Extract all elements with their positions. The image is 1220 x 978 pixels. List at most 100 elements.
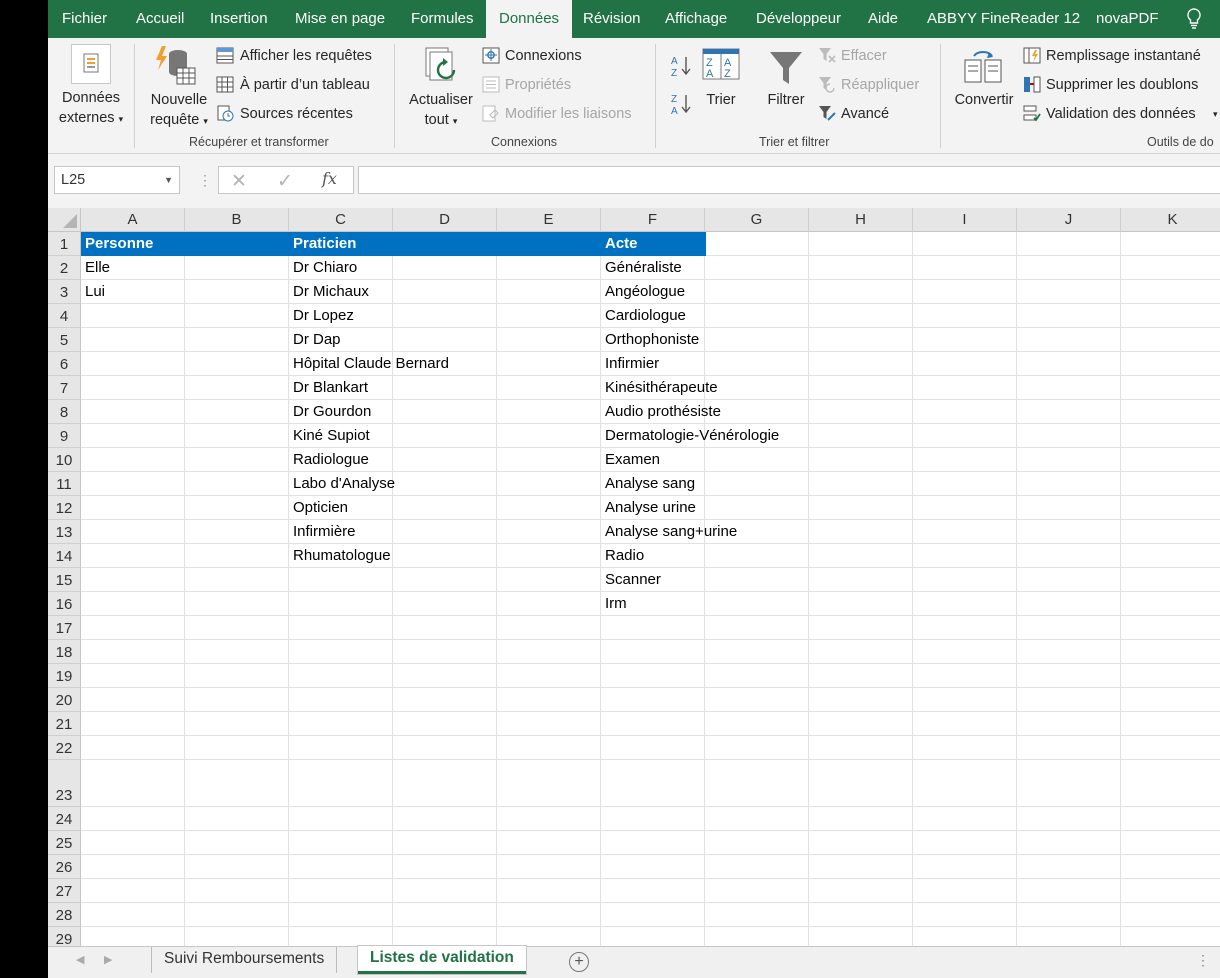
modifier-liaisons-button[interactable]: Modifier les liaisons bbox=[505, 106, 632, 123]
row-header-12[interactable]: 12 bbox=[48, 496, 81, 520]
cell[interactable]: Analyse urine bbox=[601, 496, 696, 520]
row-header-24[interactable]: 24 bbox=[48, 807, 81, 831]
row-header-17[interactable]: 17 bbox=[48, 616, 81, 640]
tab-revision[interactable]: Révision bbox=[583, 0, 641, 38]
cell[interactable]: Labo d'Analyse bbox=[289, 472, 395, 496]
tab-mise-en-page[interactable]: Mise en page bbox=[295, 0, 385, 38]
cell[interactable]: Dr Lopez bbox=[289, 304, 354, 328]
remplissage-instantane-button[interactable]: Remplissage instantané bbox=[1046, 48, 1201, 65]
row-header-19[interactable]: 19 bbox=[48, 664, 81, 688]
cell[interactable]: Elle bbox=[81, 256, 110, 280]
row-header-7[interactable]: 7 bbox=[48, 376, 81, 400]
row-header-18[interactable]: 18 bbox=[48, 640, 81, 664]
cell[interactable]: Dermatologie-Vénérologie bbox=[601, 424, 779, 448]
select-all-button[interactable] bbox=[48, 208, 81, 232]
lightbulb-icon[interactable] bbox=[1186, 8, 1202, 30]
row-header-28[interactable]: 28 bbox=[48, 903, 81, 927]
column-header-C[interactable]: C bbox=[289, 208, 393, 232]
row-header-23[interactable]: 23 bbox=[48, 760, 81, 807]
cell[interactable]: Personne bbox=[81, 232, 153, 256]
cell[interactable]: Analyse sang bbox=[601, 472, 695, 496]
row-header-3[interactable]: 3 bbox=[48, 280, 81, 304]
cell[interactable]: Hôpital Claude Bernard bbox=[289, 352, 449, 376]
scroll-left-icon[interactable]: ◀ bbox=[76, 953, 84, 966]
tab-donnees[interactable]: Données bbox=[486, 0, 573, 38]
column-header-J[interactable]: J bbox=[1017, 208, 1121, 232]
tab-insertion[interactable]: Insertion bbox=[210, 0, 268, 38]
sort-z-a-icon[interactable]: ZA bbox=[670, 92, 694, 116]
nouvelle-requete-button[interactable]: Nouvelle requête ▾ bbox=[144, 90, 214, 131]
cell[interactable]: Scanner bbox=[601, 568, 661, 592]
tab-aide[interactable]: Aide bbox=[868, 0, 898, 38]
supprimer-doublons-button[interactable]: Supprimer les doublons bbox=[1046, 77, 1198, 94]
row-header-22[interactable]: 22 bbox=[48, 736, 81, 760]
proprietes-button[interactable]: Propriétés bbox=[505, 77, 571, 94]
scroll-right-icon[interactable]: ▶ bbox=[104, 953, 112, 966]
column-header-H[interactable]: H bbox=[809, 208, 913, 232]
tab-formules[interactable]: Formules bbox=[411, 0, 474, 38]
tab-accueil[interactable]: Accueil bbox=[136, 0, 184, 38]
cell[interactable]: Radiologue bbox=[289, 448, 369, 472]
trier-button[interactable]: Trier bbox=[700, 90, 742, 110]
formula-input[interactable] bbox=[358, 166, 1220, 194]
row-header-2[interactable]: 2 bbox=[48, 256, 81, 280]
tab-developpeur[interactable]: Développeur bbox=[756, 0, 841, 38]
confirm-icon[interactable]: ✓ bbox=[277, 170, 293, 193]
cell[interactable]: Infirmier bbox=[601, 352, 659, 376]
cell[interactable]: Lui bbox=[81, 280, 105, 304]
row-header-29[interactable]: 29 bbox=[48, 927, 81, 946]
row-header-14[interactable]: 14 bbox=[48, 544, 81, 568]
row-header-26[interactable]: 26 bbox=[48, 855, 81, 879]
actualiser-tout-button[interactable]: Actualiser tout ▾ bbox=[404, 90, 478, 131]
avance-button[interactable]: Avancé bbox=[841, 106, 889, 123]
cell[interactable]: Dr Dap bbox=[289, 328, 341, 352]
cell[interactable]: Dr Chiaro bbox=[289, 256, 357, 280]
convertir-button[interactable]: Convertir bbox=[950, 90, 1018, 110]
column-header-K[interactable]: K bbox=[1121, 208, 1220, 232]
effacer-button[interactable]: Effacer bbox=[841, 48, 887, 65]
row-header-16[interactable]: 16 bbox=[48, 592, 81, 616]
sheet-tab-suivi[interactable]: Suivi Remboursements bbox=[151, 947, 338, 973]
dropdown-arrow-icon[interactable]: ▾ bbox=[1213, 106, 1218, 123]
column-header-G[interactable]: G bbox=[705, 208, 809, 232]
row-header-11[interactable]: 11 bbox=[48, 472, 81, 496]
validation-donnees-button[interactable]: Validation des données bbox=[1046, 106, 1196, 123]
cell[interactable]: Kinésithérapeute bbox=[601, 376, 718, 400]
cell[interactable]: Dr Michaux bbox=[289, 280, 369, 304]
reappliquer-button[interactable]: Réappliquer bbox=[841, 77, 919, 94]
cell[interactable]: Irm bbox=[601, 592, 627, 616]
spreadsheet-grid[interactable]: ABCDEFGHIJK 1 2 3 4 5 6 7 8 9 10 11 12 13 14 15 16 17 18 1… bbox=[48, 208, 1220, 946]
cell[interactable]: Audio prothésiste bbox=[601, 400, 721, 424]
cancel-icon[interactable]: ✕ bbox=[231, 170, 247, 193]
row-header-8[interactable]: 8 bbox=[48, 400, 81, 424]
row-header-4[interactable]: 4 bbox=[48, 304, 81, 328]
row-header-13[interactable]: 13 bbox=[48, 520, 81, 544]
sources-recentes-button[interactable]: Sources récentes bbox=[240, 106, 353, 123]
row-header-20[interactable]: 20 bbox=[48, 688, 81, 712]
cell[interactable]: Rhumatologue bbox=[289, 544, 391, 568]
row-header-9[interactable]: 9 bbox=[48, 424, 81, 448]
cell[interactable]: Infirmière bbox=[289, 520, 356, 544]
cell[interactable]: Kiné Supiot bbox=[289, 424, 370, 448]
cell[interactable]: Examen bbox=[601, 448, 660, 472]
tab-affichage[interactable]: Affichage bbox=[665, 0, 727, 38]
column-header-E[interactable]: E bbox=[497, 208, 601, 232]
row-header-10[interactable]: 10 bbox=[48, 448, 81, 472]
tab-novapdf[interactable]: novaPDF bbox=[1096, 0, 1159, 38]
sort-a-z-icon[interactable]: AZ bbox=[670, 54, 694, 78]
more-icon[interactable]: ⋮ bbox=[1196, 952, 1210, 969]
row-header-27[interactable]: 27 bbox=[48, 879, 81, 903]
tab-fichier[interactable]: Fichier bbox=[62, 0, 107, 38]
cell[interactable]: Cardiologue bbox=[601, 304, 686, 328]
column-header-B[interactable]: B bbox=[185, 208, 289, 232]
connexions-button[interactable]: Connexions bbox=[505, 48, 582, 65]
filtrer-button[interactable]: Filtrer bbox=[762, 90, 810, 110]
row-header-5[interactable]: 5 bbox=[48, 328, 81, 352]
cell[interactable]: Acte bbox=[601, 232, 638, 256]
insert-function-button[interactable]: fx bbox=[322, 169, 337, 188]
row-header-25[interactable]: 25 bbox=[48, 831, 81, 855]
donnees-externes-button[interactable]: Données externes ▾ bbox=[58, 88, 124, 129]
cell[interactable]: Dr Blankart bbox=[289, 376, 368, 400]
column-header-I[interactable]: I bbox=[913, 208, 1017, 232]
cell[interactable]: Opticien bbox=[289, 496, 348, 520]
